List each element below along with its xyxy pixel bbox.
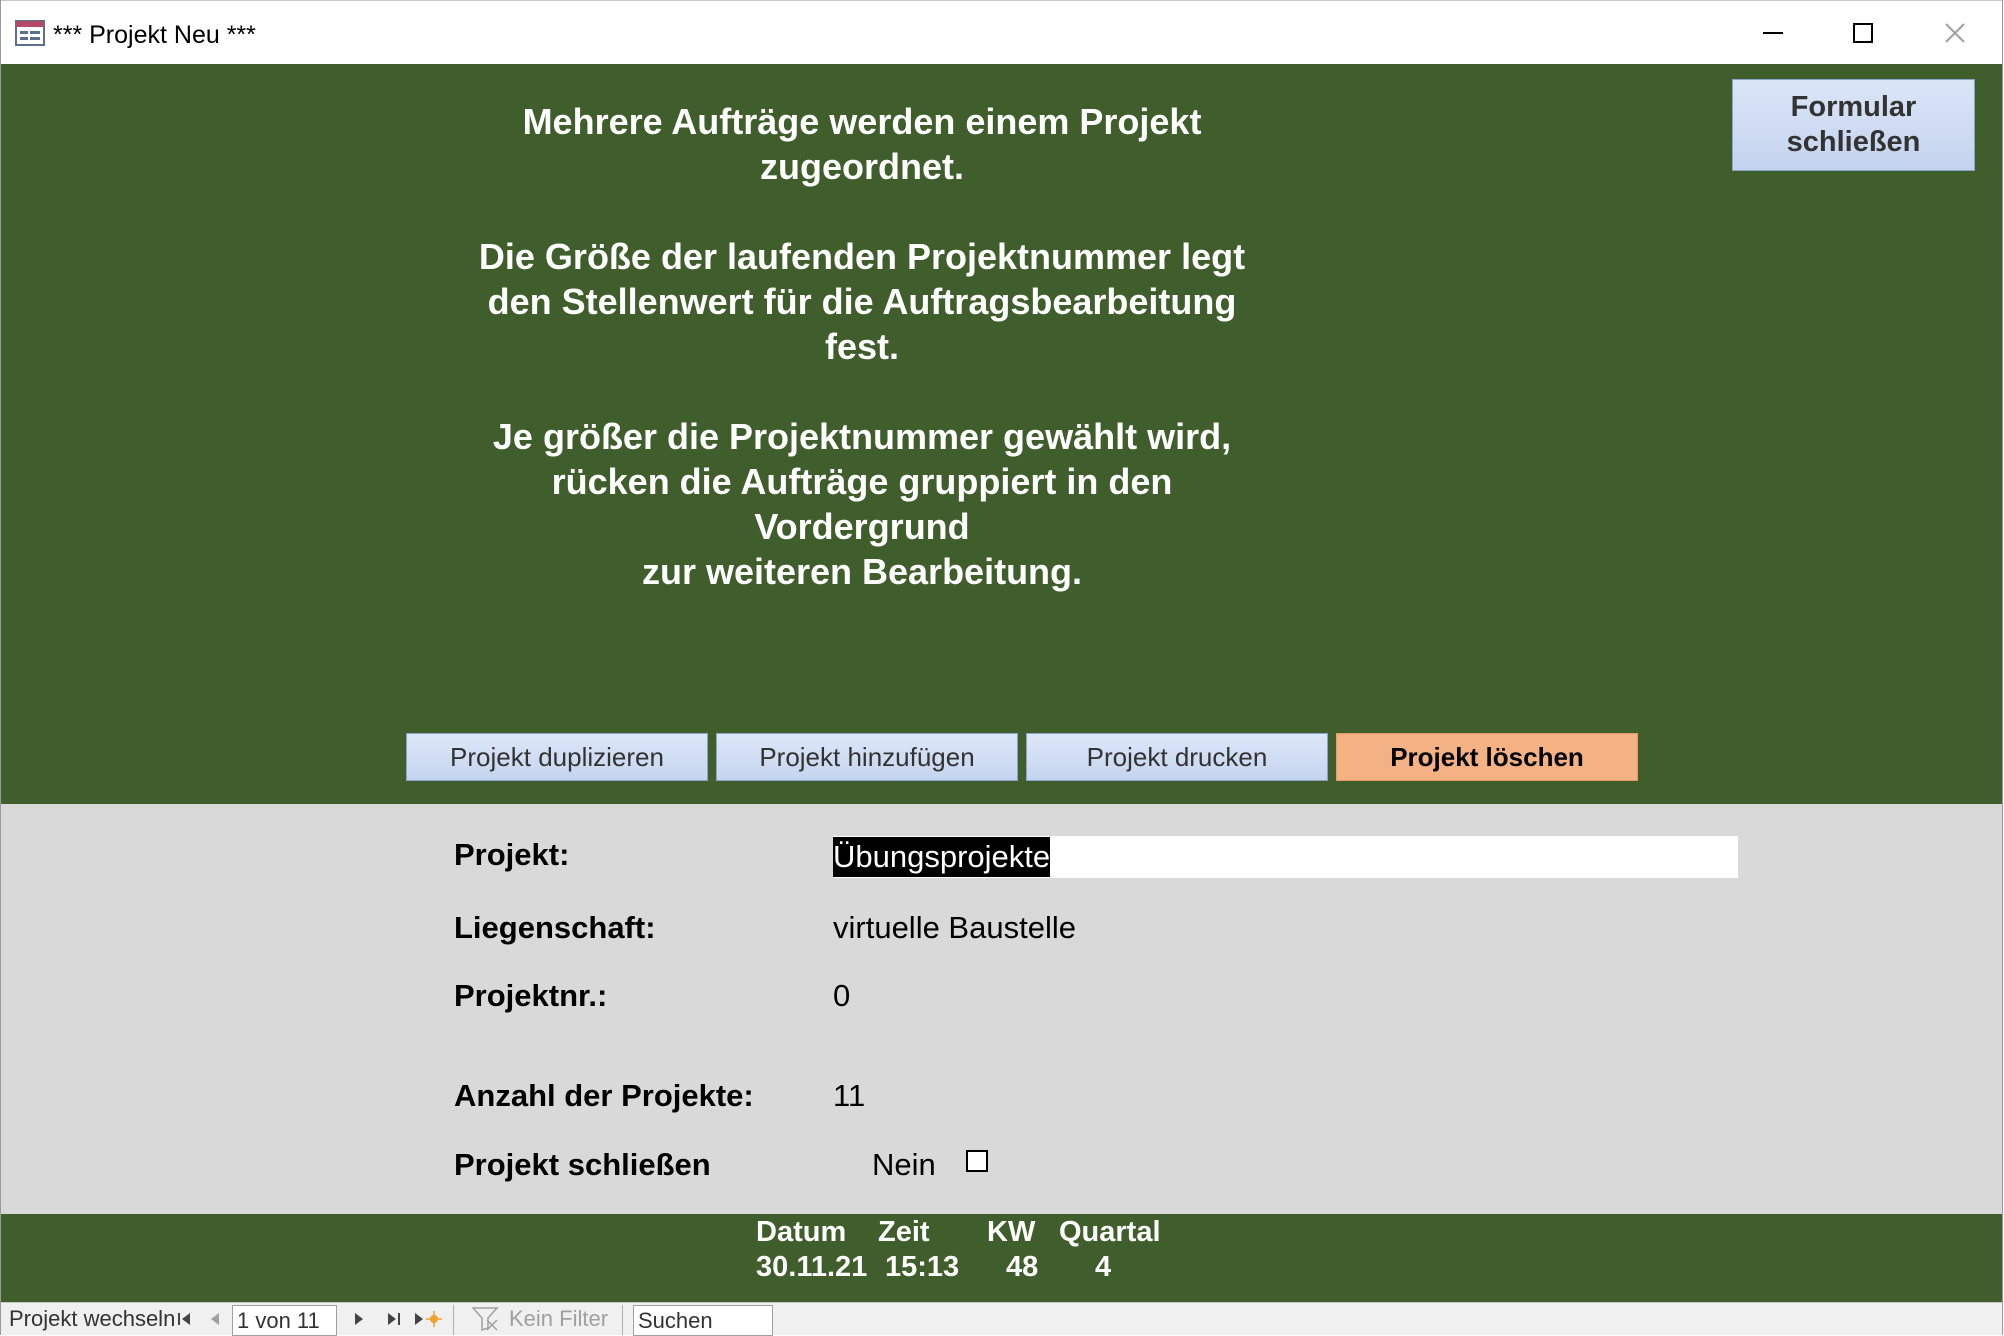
liegenschaft-label: Liegenschaft:	[454, 910, 656, 945]
first-record-icon[interactable]	[175, 1310, 193, 1328]
minimize-button[interactable]	[1743, 11, 1803, 55]
projekt-schliessen-checkbox[interactable]	[966, 1150, 988, 1172]
print-project-button[interactable]: Projekt drucken	[1026, 733, 1328, 781]
projekt-value: Übungsprojekte	[833, 837, 1051, 877]
close-icon	[1945, 23, 1965, 43]
window-title: *** Projekt Neu ***	[53, 21, 256, 49]
datum-label: Datum	[756, 1216, 847, 1248]
kw-value: 48	[1006, 1251, 1039, 1283]
anzahl-label: Anzahl der Projekte:	[454, 1078, 754, 1113]
intro-text: Mehrere Aufträge werden einem Projekt zu…	[478, 101, 1246, 592]
datum-value: 30.11.21	[756, 1251, 868, 1283]
projekt-field[interactable]: Übungsprojekte	[833, 836, 1738, 878]
record-label: Projekt wechseln	[9, 1306, 176, 1331]
filter-icon	[471, 1307, 499, 1332]
next-record-icon[interactable]	[350, 1310, 368, 1328]
add-project-button[interactable]: Projekt hinzufügen	[716, 733, 1018, 781]
projektnr-label: Projektnr.:	[454, 978, 608, 1013]
projektnr-value[interactable]: 0	[833, 978, 850, 1014]
new-record-icon[interactable]	[413, 1310, 443, 1328]
duplicate-project-button[interactable]: Projekt duplizieren	[406, 733, 708, 781]
kw-label: KW	[987, 1216, 1036, 1248]
title-bar: *** Projekt Neu ***	[1, 0, 2002, 64]
maximize-button[interactable]	[1833, 11, 1893, 55]
minimize-icon	[1763, 32, 1783, 34]
projekt-schliessen-value: Nein	[872, 1147, 936, 1182]
detail-section: Projekt: Übungsprojekte Liegenschaft: vi…	[1, 804, 2002, 1214]
anzahl-value: 11	[833, 1078, 866, 1113]
form-window: *** Projekt Neu *** Mehrere Aufträge wer…	[0, 0, 2003, 1336]
form-footer: Datum 30.11.21 Zeit 15:13 KW 48 Quartal …	[1, 1214, 2002, 1302]
zeit-label: Zeit	[878, 1216, 930, 1248]
maximize-icon	[1853, 23, 1873, 43]
search-input[interactable]: Suchen	[633, 1305, 773, 1336]
delete-project-button[interactable]: Projekt löschen	[1336, 733, 1638, 781]
projekt-label: Projekt:	[454, 837, 570, 872]
separator	[453, 1305, 454, 1335]
quartal-label: Quartal	[1059, 1216, 1161, 1248]
previous-record-icon[interactable]	[206, 1310, 224, 1328]
liegenschaft-value[interactable]: virtuelle Baustelle	[833, 910, 1076, 946]
filter-status[interactable]: Kein Filter	[509, 1306, 608, 1332]
zeit-value: 15:13	[885, 1251, 960, 1283]
close-window-button[interactable]	[1925, 11, 1985, 55]
form-header: Mehrere Aufträge werden einem Projekt zu…	[1, 64, 2002, 804]
projekt-schliessen-label: Projekt schließen	[454, 1147, 711, 1182]
separator	[622, 1305, 623, 1335]
form-icon	[15, 20, 45, 46]
quartal-value: 4	[1095, 1251, 1112, 1283]
last-record-icon[interactable]	[385, 1310, 403, 1328]
record-navigation-bar: Projekt wechseln 1 von 11 Kein Filter Su…	[1, 1302, 2002, 1336]
close-form-button[interactable]: Formular schließen	[1732, 79, 1975, 171]
record-position-field[interactable]: 1 von 11	[232, 1305, 337, 1336]
